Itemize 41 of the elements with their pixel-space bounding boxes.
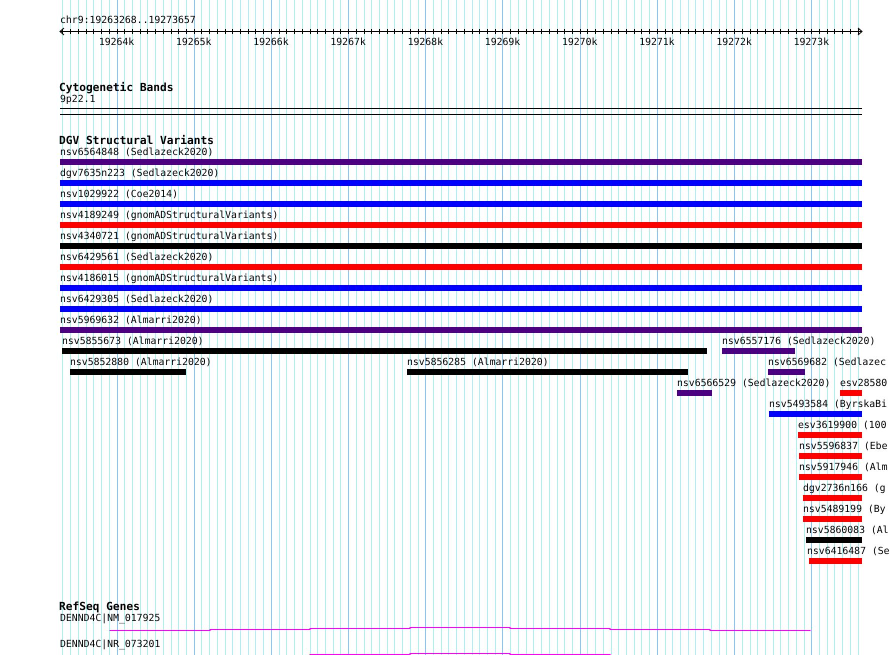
variant-label: nsv6569682 (Sedlazec <box>768 357 886 368</box>
variant-label: nsv5917946 (Alm <box>799 462 888 473</box>
position-label: chr9:19263268..19273657 <box>60 15 196 26</box>
gene-label: DENND4C|NM_017925 <box>60 613 160 625</box>
variant-label: nsv6566529 (Sedlazeck2020) <box>677 378 830 389</box>
tick-label: 19265k <box>176 37 212 48</box>
band-label: 9p22.1 <box>60 94 96 106</box>
variant-label: esv28580 <box>840 378 888 389</box>
tick-label: 19273k <box>794 37 829 48</box>
variant-label: nsv5596837 (Ebe <box>799 441 888 452</box>
variant-label: nsv6429305 (Sedlazeck2020) <box>60 294 214 305</box>
variant-label: nsv6557176 (Sedlazeck2020) <box>722 336 876 347</box>
tick-label: 19266k <box>253 37 289 48</box>
tick-label: 19267k <box>330 37 366 48</box>
track-title: Cytogenetic Bands <box>59 82 174 94</box>
variant-label: nsv5852880 (Almarri2020) <box>70 357 212 368</box>
variant-label: nsv5969632 (Almarri2020) <box>60 315 202 326</box>
variant-label: esv3619900 (100 <box>798 420 886 431</box>
variant-label: nsv5489199 (By <box>803 504 886 515</box>
variant-label: nsv4186015 (gnomADStructuralVariants) <box>60 273 278 284</box>
tick-label: 19269k <box>484 37 520 48</box>
variant-label: nsv4340721 (gnomADStructuralVariants) <box>60 231 278 242</box>
variant-label: nsv1029922 (Coe2014) <box>60 189 178 200</box>
tick-label: 19264k <box>98 37 134 48</box>
tick-label: 19268k <box>408 37 443 48</box>
variant-label: nsv4189249 (gnomADStructuralVariants) <box>60 210 278 221</box>
variant-label: nsv5855673 (Almarri2020) <box>62 336 204 347</box>
variant-label: dgv2736n166 (g <box>803 483 886 494</box>
track-title: DGV Structural Variants <box>59 135 214 147</box>
variant-label: nsv6416487 (Se <box>807 546 890 557</box>
tick-label: 19271k <box>639 37 675 48</box>
variant-label: nsv6429561 (Sedlazeck2020) <box>60 252 214 263</box>
tick-label: 19272k <box>716 37 752 48</box>
gene-label: DENND4C|NR_073201 <box>60 639 160 651</box>
variant-label: nsv5856285 (Almarri2020) <box>407 357 549 368</box>
tick-label: 19270k <box>562 37 598 48</box>
variant-label: dgv7635n223 (Sedlazeck2020) <box>60 168 220 179</box>
variant-label: nsv6564848 (Sedlazeck2020) <box>60 147 214 158</box>
variant-label: nsv5860083 (Al <box>806 525 889 536</box>
track-title: RefSeq Genes <box>59 601 140 613</box>
variant-label: nsv5493584 (ByrskaBi <box>769 399 887 410</box>
